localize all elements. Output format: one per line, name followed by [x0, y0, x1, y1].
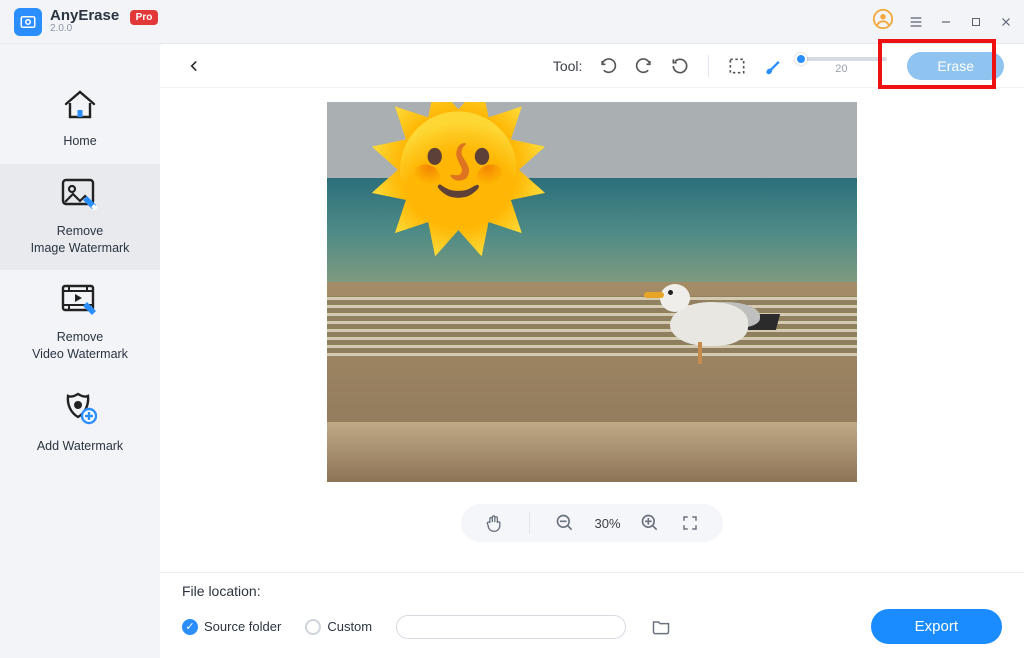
pan-hand-icon[interactable] — [483, 512, 505, 534]
tool-label: Tool: — [553, 58, 583, 74]
export-button[interactable]: Export — [871, 609, 1002, 644]
sidebar-item-home[interactable]: Home — [0, 76, 160, 164]
app-title: AnyErase — [50, 7, 119, 24]
radio-unchecked-icon — [305, 619, 321, 635]
account-icon[interactable] — [872, 8, 894, 35]
add-watermark-icon — [63, 391, 97, 430]
sidebar-item-remove-image-watermark[interactable]: Remove Image Watermark — [0, 164, 160, 271]
custom-label: Custom — [327, 619, 372, 634]
brush-size-value: 20 — [835, 63, 847, 75]
zoom-bar: 30% — [461, 504, 722, 542]
brush-tool-icon[interactable] — [759, 52, 787, 80]
sun-emoji-overlay: 🌞 — [365, 102, 552, 244]
back-button[interactable] — [180, 52, 208, 80]
zoom-in-icon[interactable] — [639, 512, 661, 534]
source-folder-label: Source folder — [204, 619, 281, 634]
sidebar: Home Remove Image Watermark Remove Video… — [0, 44, 160, 658]
file-location-label: File location: — [182, 583, 1002, 599]
video-watermark-icon — [61, 284, 99, 321]
maximize-icon[interactable] — [968, 14, 984, 30]
app-logo-icon — [14, 8, 42, 36]
zoom-out-icon[interactable] — [554, 512, 576, 534]
toolbar: Tool: 20 Erase — [160, 44, 1024, 88]
home-icon — [63, 90, 97, 125]
custom-folder-option[interactable]: Custom — [305, 619, 372, 635]
sidebar-item-label: Home — [63, 133, 96, 150]
redo-icon[interactable] — [630, 52, 658, 80]
undo-icon[interactable] — [594, 52, 622, 80]
titlebar: AnyErase Pro 2.0.0 — [0, 0, 1024, 44]
marquee-tool-icon[interactable] — [723, 52, 751, 80]
fullscreen-icon[interactable] — [679, 512, 701, 534]
source-folder-option[interactable]: Source folder — [182, 619, 281, 635]
image-preview[interactable]: 🌞 — [327, 102, 857, 482]
toolbar-separator — [708, 55, 709, 77]
sidebar-item-label: Remove Video Watermark — [32, 329, 128, 363]
sidebar-item-add-watermark[interactable]: Add Watermark — [0, 377, 160, 469]
zoom-value: 30% — [594, 516, 620, 531]
app-name-block: AnyErase Pro 2.0.0 — [50, 7, 158, 36]
radio-checked-icon — [182, 619, 198, 635]
erase-button[interactable]: Erase — [907, 52, 1004, 80]
custom-path-input[interactable] — [396, 615, 626, 639]
seagull — [652, 262, 772, 372]
image-watermark-icon — [61, 178, 99, 215]
menu-icon[interactable] — [908, 14, 924, 30]
sidebar-item-label: Remove Image Watermark — [31, 223, 130, 257]
main-panel: Tool: 20 Erase — [160, 44, 1024, 658]
app-version: 2.0.0 — [50, 23, 158, 34]
footer: File location: Source folder Custom Expo… — [160, 572, 1024, 658]
zoom-separator — [529, 512, 530, 534]
sidebar-item-label: Add Watermark — [37, 438, 123, 455]
close-icon[interactable] — [998, 14, 1014, 30]
minimize-icon[interactable] — [938, 14, 954, 30]
browse-folder-icon[interactable] — [650, 616, 672, 638]
reset-icon[interactable] — [666, 52, 694, 80]
brush-size-slider[interactable]: 20 — [795, 57, 887, 75]
canvas-area: 🌞 30% — [160, 88, 1024, 572]
sidebar-item-remove-video-watermark[interactable]: Remove Video Watermark — [0, 270, 160, 377]
